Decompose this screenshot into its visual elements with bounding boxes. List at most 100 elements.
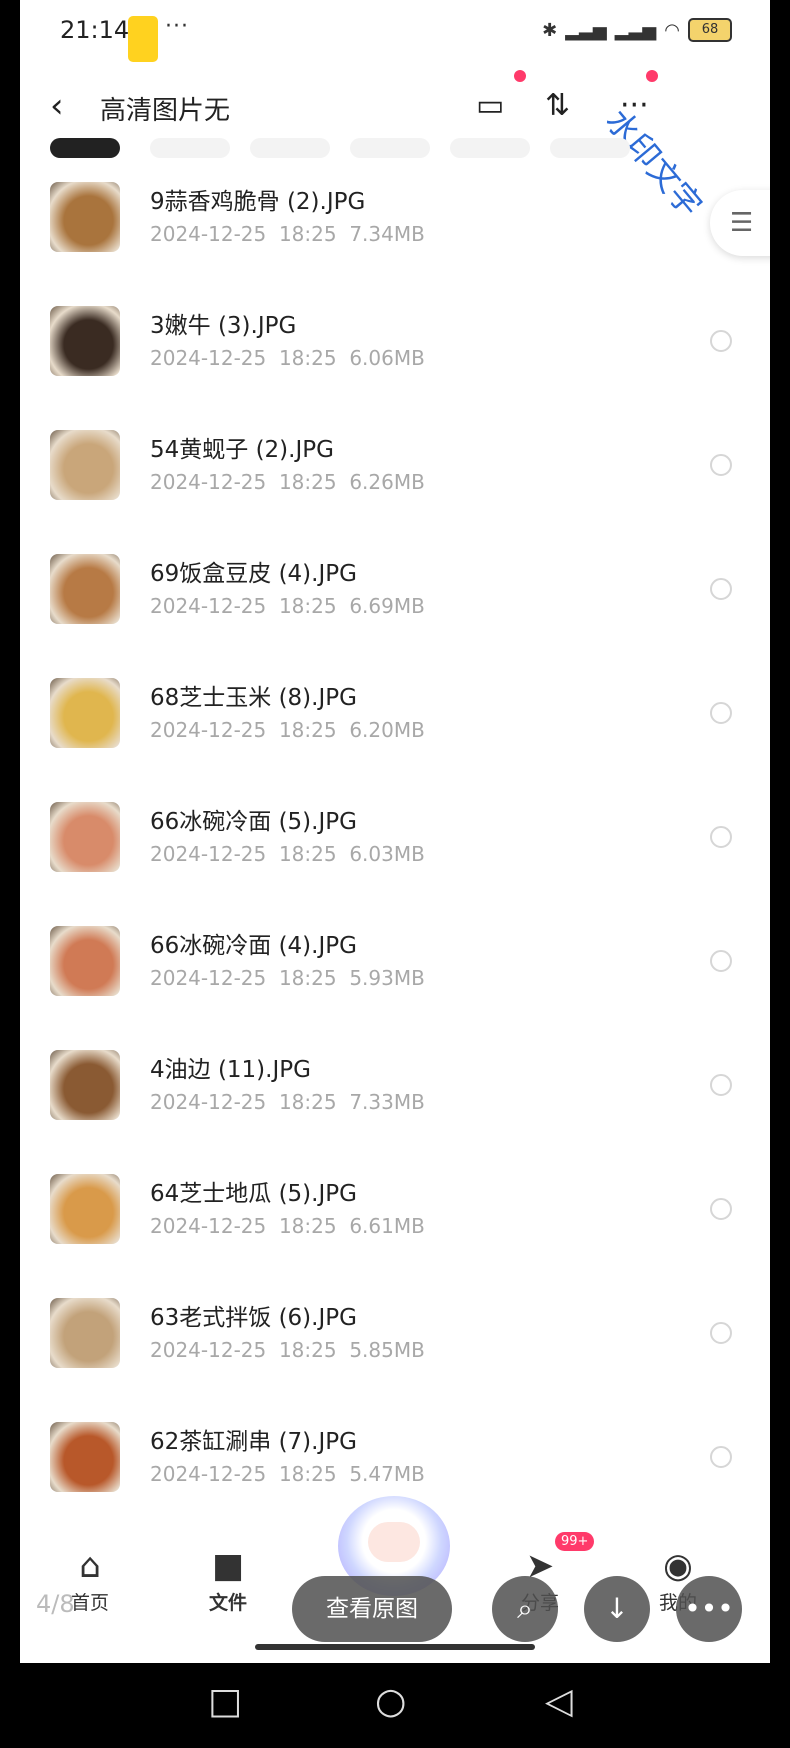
file-date: 2024-12-25 bbox=[150, 1462, 267, 1486]
select-radio[interactable] bbox=[710, 1322, 732, 1344]
file-date: 2024-12-25 bbox=[150, 346, 267, 370]
signal-icon: ▂▃▅ bbox=[565, 19, 607, 41]
file-meta: 2024-12-25 18:25 6.06MB bbox=[150, 346, 425, 370]
file-thumbnail[interactable] bbox=[50, 1050, 120, 1120]
file-row[interactable]: 54黄蚬子 (2).JPG 2024-12-25 18:25 6.26MB bbox=[20, 416, 770, 540]
select-radio[interactable] bbox=[710, 578, 732, 600]
sort-icon[interactable]: ⇅ bbox=[545, 88, 570, 123]
wifi-icon: ◠ bbox=[664, 19, 680, 41]
nav-files-label: 文件 bbox=[208, 1592, 247, 1614]
battery-icon: 68 bbox=[688, 18, 732, 42]
file-thumbnail[interactable] bbox=[50, 802, 120, 872]
file-date: 2024-12-25 bbox=[150, 1214, 267, 1238]
file-size: 7.34MB bbox=[349, 222, 425, 246]
file-name: 54黄蚬子 (2).JPG bbox=[150, 437, 334, 463]
filter-chip-active[interactable] bbox=[50, 138, 120, 158]
search-icon[interactable]: ⌕ bbox=[492, 1576, 558, 1642]
back-arrow-icon[interactable]: ‹ bbox=[50, 86, 64, 126]
file-meta: 2024-12-25 18:25 5.47MB bbox=[150, 1462, 425, 1486]
file-meta: 2024-12-25 18:25 5.85MB bbox=[150, 1338, 425, 1362]
menu-lines-icon: ☰ bbox=[730, 208, 754, 238]
filter-chip[interactable] bbox=[250, 138, 330, 158]
file-size: 7.33MB bbox=[349, 1090, 425, 1114]
file-date: 2024-12-25 bbox=[150, 470, 267, 494]
file-row[interactable]: 9蒜香鸡脆骨 (2).JPG 2024-12-25 18:25 7.34MB bbox=[20, 168, 770, 292]
file-row[interactable]: 66冰碗冷面 (4).JPG 2024-12-25 18:25 5.93MB bbox=[20, 912, 770, 1036]
select-radio[interactable] bbox=[710, 454, 732, 476]
more-options-icon[interactable]: ••• bbox=[676, 1576, 742, 1642]
file-thumbnail[interactable] bbox=[50, 1174, 120, 1244]
select-radio[interactable] bbox=[710, 1198, 732, 1220]
app-notification-icon bbox=[128, 16, 158, 62]
file-thumbnail[interactable] bbox=[50, 678, 120, 748]
back-triangle-icon[interactable]: ◁ bbox=[545, 1681, 573, 1722]
file-date: 2024-12-25 bbox=[150, 594, 267, 618]
select-radio[interactable] bbox=[710, 330, 732, 352]
file-row[interactable]: 3嫩牛 (3).JPG 2024-12-25 18:25 6.06MB bbox=[20, 292, 770, 416]
status-more-dots: ··· bbox=[165, 14, 189, 39]
filter-chip[interactable] bbox=[550, 138, 630, 158]
file-name: 9蒜香鸡脆骨 (2).JPG bbox=[150, 189, 366, 215]
file-thumbnail[interactable] bbox=[50, 1422, 120, 1492]
file-thumbnail[interactable] bbox=[50, 1298, 120, 1368]
file-time: 18:25 bbox=[278, 1462, 337, 1486]
filter-chip[interactable] bbox=[450, 138, 530, 158]
file-row[interactable]: 69饭盒豆皮 (4).JPG 2024-12-25 18:25 6.69MB bbox=[20, 540, 770, 664]
file-time: 18:25 bbox=[278, 718, 337, 742]
filter-chip[interactable] bbox=[150, 138, 230, 158]
file-thumbnail[interactable] bbox=[50, 430, 120, 500]
file-row[interactable]: 68芝士玉米 (8).JPG 2024-12-25 18:25 6.20MB bbox=[20, 664, 770, 788]
file-row[interactable]: 63老式拌饭 (6).JPG 2024-12-25 18:25 5.85MB bbox=[20, 1284, 770, 1408]
notification-dot-2 bbox=[646, 70, 658, 82]
nav-home-label: 首页 bbox=[70, 1592, 109, 1614]
file-time: 18:25 bbox=[278, 346, 337, 370]
file-time: 18:25 bbox=[278, 1338, 337, 1362]
filter-chips bbox=[20, 138, 770, 160]
file-name: 68芝士玉米 (8).JPG bbox=[150, 685, 357, 711]
file-row[interactable]: 64芝士地瓜 (5).JPG 2024-12-25 18:25 6.61MB bbox=[20, 1160, 770, 1284]
select-radio[interactable] bbox=[710, 1074, 732, 1096]
archive-icon[interactable]: ▭ bbox=[476, 88, 504, 123]
file-row[interactable]: 4油边 (11).JPG 2024-12-25 18:25 7.33MB bbox=[20, 1036, 770, 1160]
file-date: 2024-12-25 bbox=[150, 222, 267, 246]
top-bar: ‹ 高清图片无 ▭ ⇅ ··· 水印文字 bbox=[20, 70, 770, 224]
file-name: 64芝士地瓜 (5).JPG bbox=[150, 1181, 357, 1207]
file-meta: 2024-12-25 18:25 6.69MB bbox=[150, 594, 425, 618]
file-time: 18:25 bbox=[278, 594, 337, 618]
select-radio[interactable] bbox=[710, 950, 732, 972]
file-name: 69饭盒豆皮 (4).JPG bbox=[150, 561, 357, 587]
file-time: 18:25 bbox=[278, 1090, 337, 1114]
file-thumbnail[interactable] bbox=[50, 182, 120, 252]
nav-files[interactable]: ■ 文件 bbox=[188, 1544, 268, 1615]
select-radio[interactable] bbox=[710, 1446, 732, 1468]
file-meta: 2024-12-25 18:25 6.26MB bbox=[150, 470, 425, 494]
file-size: 6.26MB bbox=[349, 470, 425, 494]
file-thumbnail[interactable] bbox=[50, 926, 120, 996]
file-row[interactable]: 66冰碗冷面 (5).JPG 2024-12-25 18:25 6.03MB bbox=[20, 788, 770, 912]
home-indicator bbox=[255, 1644, 535, 1650]
file-date: 2024-12-25 bbox=[150, 842, 267, 866]
select-radio[interactable] bbox=[710, 702, 732, 724]
file-size: 5.47MB bbox=[349, 1462, 425, 1486]
file-size: 5.85MB bbox=[349, 1338, 425, 1362]
select-radio[interactable] bbox=[710, 826, 732, 848]
recents-icon[interactable]: □ bbox=[208, 1681, 242, 1722]
file-size: 6.61MB bbox=[349, 1214, 425, 1238]
side-menu-handle[interactable]: ☰ bbox=[710, 190, 770, 256]
file-meta: 2024-12-25 18:25 6.20MB bbox=[150, 718, 425, 742]
file-name: 63老式拌饭 (6).JPG bbox=[150, 1305, 357, 1331]
file-thumbnail[interactable] bbox=[50, 306, 120, 376]
file-size: 6.69MB bbox=[349, 594, 425, 618]
home-circle-icon[interactable]: ○ bbox=[375, 1681, 406, 1722]
view-original-button[interactable]: 查看原图 bbox=[292, 1576, 452, 1642]
file-thumbnail[interactable] bbox=[50, 554, 120, 624]
file-name: 66冰碗冷面 (4).JPG bbox=[150, 933, 357, 959]
download-icon[interactable]: ↓ bbox=[584, 1576, 650, 1642]
file-time: 18:25 bbox=[278, 222, 337, 246]
share-badge: 99+ bbox=[555, 1532, 595, 1551]
folder-icon: ■ bbox=[211, 1546, 245, 1586]
filter-chip[interactable] bbox=[350, 138, 430, 158]
file-date: 2024-12-25 bbox=[150, 718, 267, 742]
file-time: 18:25 bbox=[278, 1214, 337, 1238]
file-time: 18:25 bbox=[278, 470, 337, 494]
